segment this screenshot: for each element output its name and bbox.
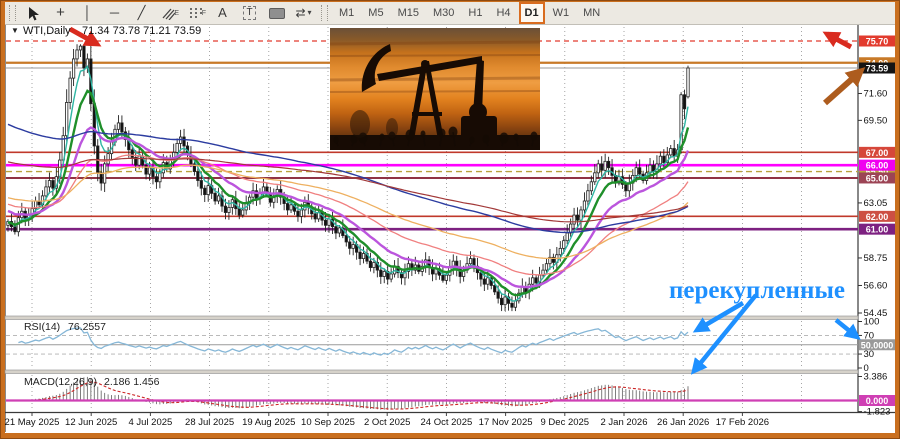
svg-text:61.00: 61.00 [866,225,889,235]
tool-vertical-line-icon[interactable]: │ [75,3,100,23]
chart-title: ▼ WTI,Daily 71.34 73.78 71.21 73.59 [11,25,201,37]
svg-text:65.00: 65.00 [866,173,889,183]
panel-divider[interactable] [5,370,858,374]
rsi-tick: 30 [864,349,875,360]
rsi-name: RSI(14) [24,321,60,333]
svg-text:75.70: 75.70 [866,37,889,47]
timeframe-m5[interactable]: M5 [362,3,389,23]
price-tick: 63.05 [864,198,888,209]
date-tick: 10 Sep 2025 [301,417,355,428]
tool-text-label-icon[interactable]: T [237,3,262,23]
svg-text:67.00: 67.00 [866,148,889,158]
overbought-annotation: перекупленные [669,277,845,304]
svg-text:73.59: 73.59 [866,64,889,74]
tool-crosshair-icon[interactable]: + [48,3,73,23]
timeframe-d1[interactable]: D1 [519,2,545,24]
date-tick: 9 Dec 2025 [541,417,590,428]
timeframe-group: M1M5M15M30H1H4D1W1MN [332,2,607,24]
date-tick: 26 Jan 2026 [657,417,709,428]
timeframe-w1[interactable]: W1 [547,3,576,23]
date-tick: 2 Jan 2026 [600,417,647,428]
chart-title-symbol: WTI,Daily [23,25,71,37]
date-tick: 19 Aug 2025 [242,417,295,428]
tool-shapes-icon[interactable] [264,3,289,23]
price-tick: 56.60 [864,280,888,291]
chart-canvas[interactable]: 71.6069.5063.0558.7556.6054.4575.7074.00… [0,0,900,439]
timeframe-m30[interactable]: M30 [427,3,460,23]
macd-name: MACD(12,26,9) [24,376,97,388]
tool-trendline-icon[interactable]: ╱ [129,3,154,23]
timeframe-m1[interactable]: M1 [333,3,360,23]
panel-divider[interactable] [5,316,858,320]
date-tick: 28 Jul 2025 [185,417,234,428]
svg-text:0.000: 0.000 [866,396,889,406]
tool-text-icon[interactable]: A [210,3,235,23]
toolbar: +│─╱EFAT ⇄▾ M1M5M15M30H1H4D1W1MN [5,2,895,25]
mt4-window: +│─╱EFAT ⇄▾ M1M5M15M30H1H4D1W1MN [0,0,900,439]
date-tick: 17 Nov 2025 [479,417,533,428]
svg-text:66.00: 66.00 [866,161,889,171]
date-tick: 4 Jul 2025 [128,417,172,428]
tool-arrows-icon[interactable]: ⇄▾ [291,3,316,23]
macd-values: 2.186 1.456 [104,376,160,388]
timeframe-h4[interactable]: H4 [490,3,516,23]
symbol-dropdown-icon[interactable]: ▼ [11,26,19,35]
macd-tick: 3.386 [864,371,888,382]
oil-pumpjack-photo [330,28,540,150]
toolbar-drag-handle[interactable] [9,5,16,21]
macd-label: MACD(12,26,9) 2.186 1.456 [24,376,160,388]
timeframe-h1[interactable]: H1 [462,3,488,23]
tool-equidistant-channel-icon[interactable]: E [156,3,181,23]
timeframe-m15[interactable]: M15 [392,3,425,23]
tool-cursor-icon[interactable] [21,3,46,23]
date-tick: 21 May 2025 [5,417,60,428]
price-tick: 69.50 [864,115,888,126]
price-tick: 71.60 [864,88,888,99]
date-tick: 17 Feb 2026 [716,417,769,428]
rsi-tick: 100 [864,317,880,328]
rsi-value: 76.2557 [68,321,106,333]
svg-text:50.0000: 50.0000 [861,340,894,350]
macd-tick: -1.823 [864,407,891,418]
price-tick: 58.75 [864,253,888,264]
timeframe-mn[interactable]: MN [577,3,606,23]
toolbar-drag-handle[interactable] [321,5,328,21]
tool-horizontal-line-icon[interactable]: ─ [102,3,127,23]
tool-fibonacci-retracement-icon[interactable]: F [183,3,208,23]
date-tick: 2 Oct 2025 [364,417,410,428]
date-tick: 24 Oct 2025 [421,417,473,428]
date-tick: 12 Jun 2025 [65,417,117,428]
chart-title-ohlc: 71.34 73.78 71.21 73.59 [82,25,201,37]
drawing-tools-group: +│─╱EFAT ⇄▾ [20,2,317,24]
svg-text:62.00: 62.00 [866,212,889,222]
